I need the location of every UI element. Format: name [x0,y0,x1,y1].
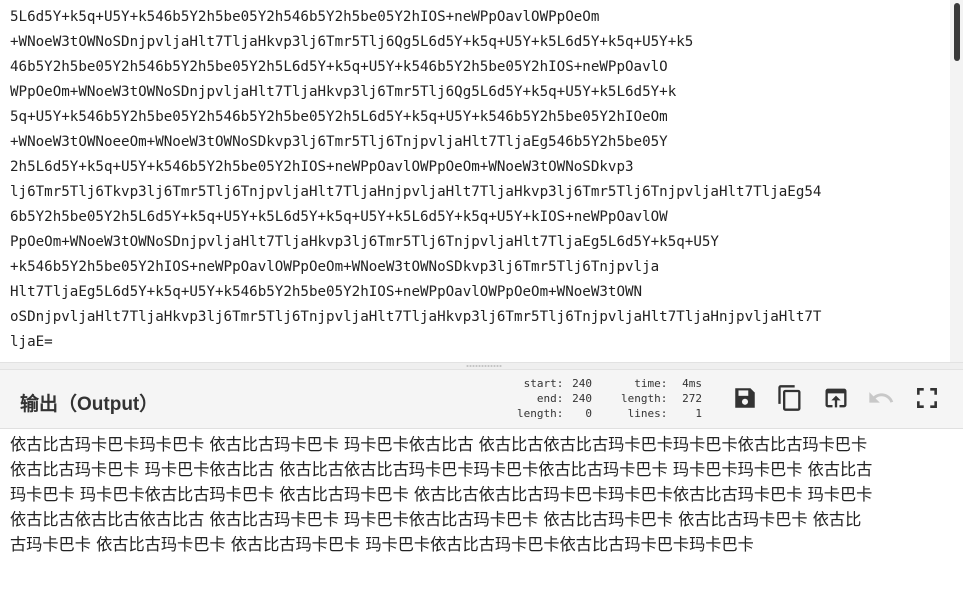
output-line: 依古比古玛卡巴卡 玛卡巴卡依古比古 依古比古依古比古玛卡巴卡玛卡巴卡依古比古玛卡… [10,460,873,479]
output-line: 依古比古玛卡巴卡玛卡巴卡 依古比古玛卡巴卡 玛卡巴卡依古比古 依古比古依古比古玛… [10,435,868,454]
input-line: +WNoeW3tOWNoeeOm+WNoeW3tOWNoSDkvp3lj6Tmr… [10,134,668,150]
lines-value: 1 [695,407,702,420]
start-label: start: [523,377,564,390]
input-pane[interactable]: 5L6d5Y+k5q+U5Y+k546b5Y2h5be05Y2h546b5Y2h… [0,0,963,362]
input-line: 46b5Y2h5be05Y2h546b5Y2h5be05Y2h5L6d5Y+k5… [10,59,668,75]
input-line: lj6Tmr5Tlj6Tkvp3lj6Tmr5Tlj6TnjpvljaHlt7T… [10,184,822,200]
output-line: 玛卡巴卡 玛卡巴卡依古比古玛卡巴卡 依古比古玛卡巴卡 依古比古依古比古玛卡巴卡玛… [10,485,873,504]
lines-label: lines: [627,407,668,420]
replace-input-button[interactable] [821,382,851,414]
input-line: +WNoeW3tOWNoSDnjpvljaHlt7TljaHkvp3lj6Tmr… [10,34,694,50]
input-line: Hlt7TljaEg5L6d5Y+k5q+U5Y+k546b5Y2h5be05Y… [10,284,643,300]
selection-length-label: length: [517,407,564,420]
input-line: WPpOeOm+WNoeW3tOWNoSDnjpvljaHlt7TljaHkvp… [10,84,677,100]
resize-grip-icon[interactable] [466,365,502,367]
input-line: 5L6d5Y+k5q+U5Y+k546b5Y2h5be05Y2h546b5Y2h… [10,9,600,25]
input-line: PpOeOm+WNoeW3tOWNoSDnjpvljaHlt7TljaHkvp3… [10,234,719,250]
output-line: 依古比古依古比古依古比古 依古比古玛卡巴卡 玛卡巴卡依古比古玛卡巴卡 依古比古玛… [10,510,862,529]
replace-input-icon [825,388,847,408]
input-scrollbar[interactable] [950,0,963,362]
output-length-value: 272 [682,392,702,405]
input-line: ljaE= [10,334,53,350]
start-value: 240 [572,377,592,390]
copy-output-button[interactable] [775,382,805,414]
scrollbar-thumb[interactable] [954,3,960,61]
output-title: 输出（Output） [20,394,159,415]
output-textarea[interactable]: 依古比古玛卡巴卡玛卡巴卡 依古比古玛卡巴卡 玛卡巴卡依古比古 依古比古依古比古玛… [10,432,958,557]
output-pane[interactable]: 依古比古玛卡巴卡玛卡巴卡 依古比古玛卡巴卡 玛卡巴卡依古比古 依古比古依古比古玛… [0,429,963,601]
input-line: 2h5L6d5Y+k5q+U5Y+k546b5Y2h5be05Y2hIOS+ne… [10,159,634,175]
output-header: 输出（Output） start: 240 end: 240 length: 0… [0,370,963,429]
output-line: 古玛卡巴卡 依古比古玛卡巴卡 依古比古玛卡巴卡 玛卡巴卡依古比古玛卡巴卡依古比古… [10,535,754,554]
undo-icon [869,392,894,403]
output-length-label: length: [621,392,668,405]
input-line: 5q+U5Y+k546b5Y2h5be05Y2h546b5Y2h5be05Y2h… [10,109,668,125]
save-output-button[interactable] [730,382,760,414]
maximize-icon [917,388,937,408]
undo-button[interactable] [866,382,896,414]
input-line: +k546b5Y2h5be05Y2hIOS+neWPpOavlOWPpOeOm+… [10,259,660,275]
maximize-output-button[interactable] [912,382,942,414]
selection-stats: start: 240 end: 240 length: 0 [512,376,592,421]
output-stats: time: 4ms length: 272 lines: 1 [600,376,702,421]
pane-resize-divider[interactable] [0,362,963,370]
time-label: time: [634,377,668,390]
input-textarea[interactable]: 5L6d5Y+k5q+U5Y+k546b5Y2h5be05Y2h546b5Y2h… [10,5,945,355]
selection-length-value: 0 [585,407,592,420]
end-label: end: [536,392,564,405]
end-value: 240 [572,392,592,405]
input-line: oSDnjpvljaHlt7TljaHkvp3lj6Tmr5Tlj6Tnjpvl… [10,309,822,325]
copy-icon [778,385,801,411]
time-value: 4ms [682,377,702,390]
input-line: 6b5Y2h5be05Y2h5L6d5Y+k5q+U5Y+k5L6d5Y+k5q… [10,209,668,225]
save-icon [735,388,755,408]
